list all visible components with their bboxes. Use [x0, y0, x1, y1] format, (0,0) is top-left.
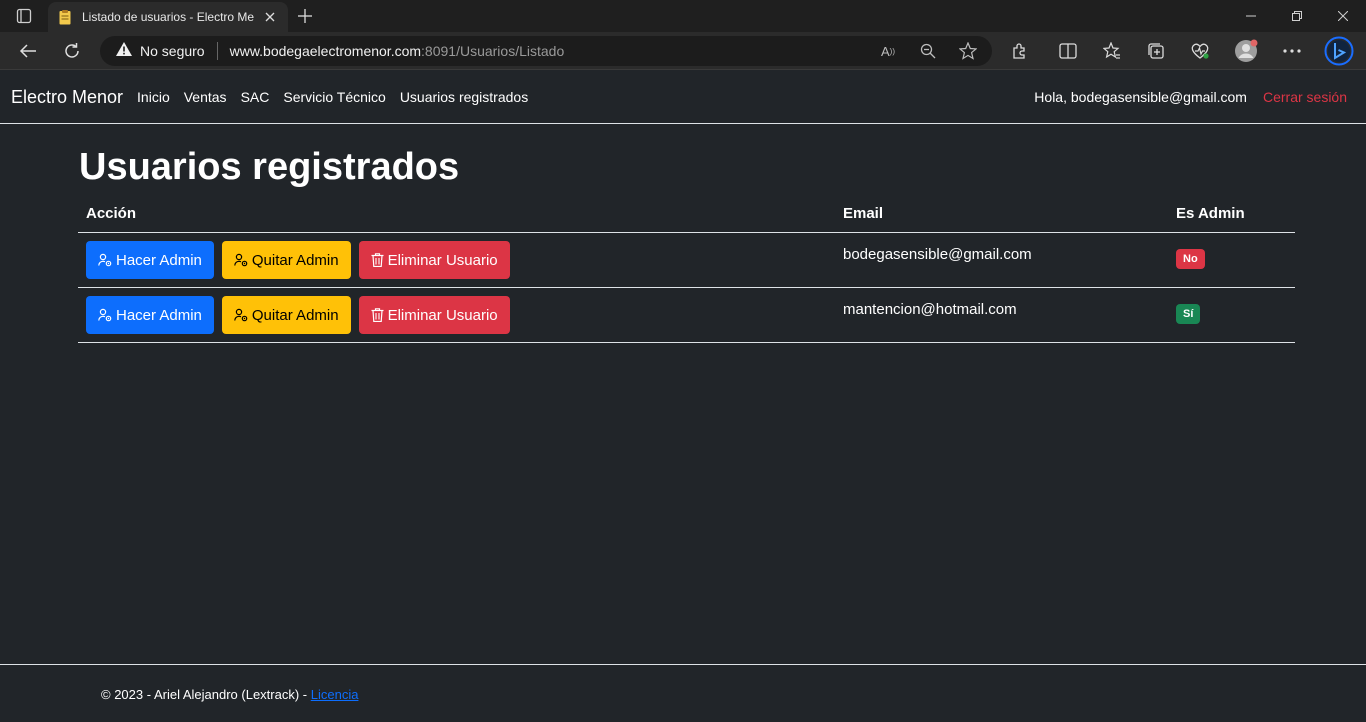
url-path: :8091/Usuarios/Listado: [421, 43, 565, 59]
tab-title: Listado de usuarios - Electro Menor: [82, 10, 254, 24]
actions-cell: Hacer Admin Quitar Admin Eliminar Usuari…: [78, 287, 835, 343]
nav-link-inicio[interactable]: Inicio: [137, 89, 170, 105]
tab-actions-icon[interactable]: [10, 6, 38, 26]
security-label: No seguro: [140, 43, 205, 59]
remove-admin-label: Quitar Admin: [251, 251, 339, 269]
user-gear-icon: [98, 253, 112, 267]
browser-toolbar: No seguro www.bodegaelectromenor.com:809…: [0, 32, 1366, 70]
split-screen-icon[interactable]: [1056, 39, 1080, 63]
nav-user-area: Hola, bodegasensible@gmail.com Cerrar se…: [1034, 71, 1347, 123]
bing-copilot-icon[interactable]: [1324, 36, 1354, 66]
read-aloud-icon[interactable]: A)): [876, 39, 900, 63]
address-bar[interactable]: No seguro www.bodegaelectromenor.com:809…: [100, 36, 992, 66]
back-icon[interactable]: [16, 39, 40, 63]
nav-links: Inicio Ventas SAC Servicio Técnico Usuar…: [137, 89, 542, 105]
nav-link-sac[interactable]: SAC: [241, 89, 270, 105]
make-admin-button[interactable]: Hacer Admin: [86, 241, 214, 279]
close-window-icon[interactable]: [1320, 0, 1366, 32]
license-link[interactable]: Licencia: [311, 687, 359, 702]
table-row: Hacer Admin Quitar Admin Eliminar Usuari…: [78, 232, 1295, 288]
delete-user-button[interactable]: Eliminar Usuario: [358, 296, 510, 334]
make-admin-label: Hacer Admin: [116, 306, 202, 324]
footer-copyright: © 2023 - Ariel Alejandro (Lextrack) - Li…: [101, 687, 358, 702]
omnibox-actions: A)): [876, 39, 980, 63]
site-footer: © 2023 - Ariel Alejandro (Lextrack) - Li…: [0, 664, 1366, 722]
delete-user-button[interactable]: Eliminar Usuario: [358, 241, 510, 279]
browser-tab-bar: Listado de usuarios - Electro Menor: [0, 0, 1366, 32]
security-indicator[interactable]: No seguro: [100, 41, 205, 61]
nav-link-ventas[interactable]: Ventas: [184, 89, 227, 105]
site-navbar: Electro Menor Inicio Ventas SAC Servicio…: [0, 71, 1366, 124]
window-controls: [1228, 0, 1366, 32]
nav-link-usuarios-registrados[interactable]: Usuarios registrados: [400, 89, 528, 105]
more-options-icon[interactable]: [1280, 39, 1304, 63]
page-title: Usuarios registrados: [79, 146, 460, 188]
omnibox-divider: [216, 42, 218, 60]
remove-admin-button[interactable]: Quitar Admin: [221, 241, 351, 279]
admin-status-cell: Sí: [1168, 287, 1295, 343]
admin-status-badge: No: [1176, 249, 1205, 269]
admin-status-cell: No: [1168, 232, 1295, 288]
logout-button[interactable]: Cerrar sesión: [1263, 89, 1347, 105]
url-host: www.bodegaelectromenor.com: [229, 43, 422, 59]
remove-admin-button[interactable]: Quitar Admin: [221, 296, 351, 334]
trash-icon: [371, 308, 384, 322]
zoom-icon[interactable]: [916, 39, 940, 63]
column-header-es-admin: Es Admin: [1168, 199, 1295, 233]
page-favicon-icon: [58, 9, 72, 25]
nav-link-servicio-tecnico[interactable]: Servicio Técnico: [283, 89, 385, 105]
table-row: Hacer Admin Quitar Admin Eliminar Usuari…: [78, 287, 1295, 343]
user-gear-icon: [234, 308, 248, 322]
refresh-icon[interactable]: [60, 39, 84, 63]
admin-status-badge: Sí: [1176, 304, 1201, 324]
column-header-accion: Acción: [78, 199, 835, 233]
warning-icon: [116, 41, 132, 61]
user-greeting[interactable]: Hola, bodegasensible@gmail.com: [1034, 89, 1247, 105]
remove-admin-label: Quitar Admin: [251, 306, 339, 324]
profile-avatar-icon[interactable]: [1234, 39, 1258, 63]
favorite-star-icon[interactable]: [956, 39, 980, 63]
user-gear-icon: [98, 308, 112, 322]
extensions-icon[interactable]: [1008, 39, 1032, 63]
users-table: Acción Email Es Admin Hacer Admin Quitar…: [78, 199, 1295, 343]
new-tab-icon[interactable]: [295, 6, 315, 26]
delete-user-label: Eliminar Usuario: [387, 251, 498, 269]
email-cell: mantencion@hotmail.com: [835, 287, 1168, 343]
minimize-icon[interactable]: [1228, 0, 1274, 32]
table-header-row: Acción Email Es Admin: [78, 199, 1295, 233]
brand-logo[interactable]: Electro Menor: [11, 87, 123, 108]
email-cell: bodegasensible@gmail.com: [835, 232, 1168, 288]
main-content: Usuarios registrados Acción Email Es Adm…: [78, 124, 1295, 343]
collections-icon[interactable]: [1144, 39, 1168, 63]
tab-close-icon[interactable]: [262, 9, 278, 25]
browser-essentials-icon[interactable]: [1188, 39, 1212, 63]
user-gear-icon: [234, 253, 248, 267]
copyright-text: © 2023 - Ariel Alejandro (Lextrack) -: [101, 687, 311, 702]
make-admin-button[interactable]: Hacer Admin: [86, 296, 214, 334]
actions-cell: Hacer Admin Quitar Admin Eliminar Usuari…: [78, 232, 835, 288]
restore-icon[interactable]: [1274, 0, 1320, 32]
column-header-email: Email: [835, 199, 1168, 233]
favorites-icon[interactable]: [1100, 39, 1124, 63]
browser-tab[interactable]: Listado de usuarios - Electro Menor: [48, 2, 288, 32]
delete-user-label: Eliminar Usuario: [387, 306, 498, 324]
trash-icon: [371, 253, 384, 267]
make-admin-label: Hacer Admin: [116, 251, 202, 269]
